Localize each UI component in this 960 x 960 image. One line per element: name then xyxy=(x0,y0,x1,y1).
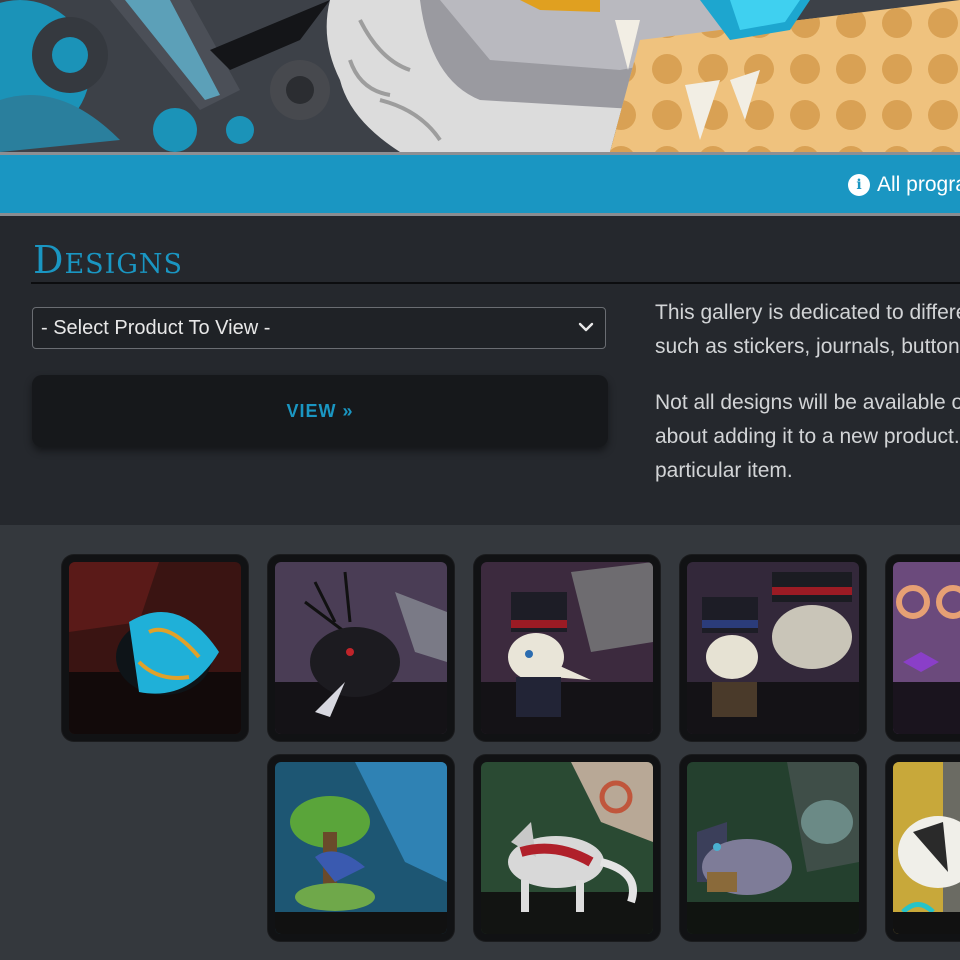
design-thumbnail xyxy=(481,562,653,734)
design-tile-6[interactable] xyxy=(268,755,454,941)
chevron-down-icon xyxy=(578,322,594,332)
banner-illustration xyxy=(0,0,960,152)
design-thumbnail xyxy=(687,762,859,934)
design-tile-5[interactable] xyxy=(886,555,960,741)
design-tile-7[interactable] xyxy=(474,755,660,941)
design-thumbnail xyxy=(481,762,653,934)
design-thumbnail xyxy=(687,562,859,734)
notice-bar: i All progra xyxy=(0,155,960,215)
header-banner xyxy=(0,0,960,152)
view-button[interactable]: VIEW » xyxy=(32,375,608,447)
design-tile-4[interactable] xyxy=(680,555,866,741)
design-tile-9[interactable] xyxy=(886,755,960,941)
product-select[interactable]: - Select Product To View - xyxy=(32,307,606,349)
notice-text: All progra xyxy=(877,173,960,196)
design-tile-1[interactable] xyxy=(62,555,248,741)
design-gallery xyxy=(0,525,960,960)
design-thumbnail xyxy=(893,762,960,934)
design-tile-3[interactable] xyxy=(474,555,660,741)
notice-message: i All progra xyxy=(848,173,960,197)
design-thumbnail xyxy=(275,762,447,934)
double-chevron-right-icon: » xyxy=(342,400,354,421)
page-title: Designs xyxy=(33,238,184,282)
gallery-description: This gallery is dedicated to differe suc… xyxy=(655,296,960,510)
designs-panel: Designs - Select Product To View - VIEW … xyxy=(0,216,960,525)
design-thumbnail xyxy=(275,562,447,734)
design-thumbnail xyxy=(69,562,241,734)
description-line: Not all designs will be available o abou… xyxy=(655,391,960,482)
design-tile-2[interactable] xyxy=(268,555,454,741)
product-select-value: - Select Product To View - xyxy=(41,316,271,339)
title-underline xyxy=(31,282,960,284)
view-button-label: VIEW xyxy=(286,400,337,421)
info-icon: i xyxy=(848,174,870,196)
description-line: This gallery is dedicated to differe suc… xyxy=(655,301,960,358)
design-tile-8[interactable] xyxy=(680,755,866,941)
design-thumbnail xyxy=(893,562,960,734)
